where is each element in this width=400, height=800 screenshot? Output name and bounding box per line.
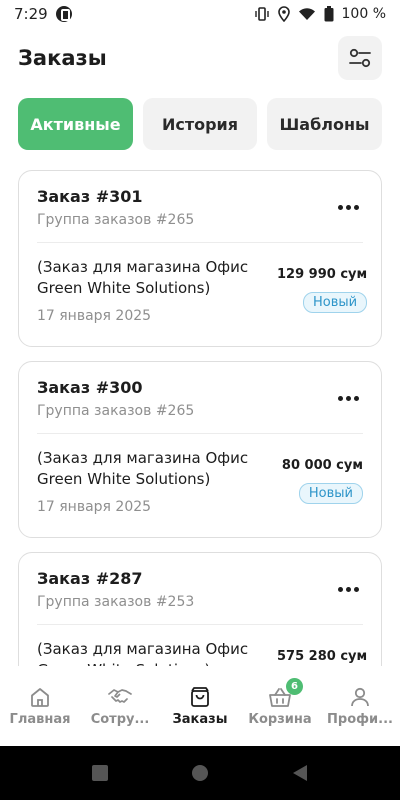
order-card[interactable]: Заказ #300 Группа заказов #265 (Заказ дл… <box>18 361 382 538</box>
nav-orders[interactable]: Заказы <box>160 666 240 746</box>
battery-icon <box>324 6 334 22</box>
home-circle-icon[interactable] <box>191 764 209 782</box>
divider <box>37 624 363 625</box>
recents-icon[interactable] <box>91 764 109 782</box>
more-options-button[interactable] <box>338 205 359 210</box>
battery-level: 100 % <box>341 6 386 22</box>
vibrate-icon <box>254 7 269 21</box>
nav-label: Заказы <box>172 711 228 727</box>
nav-cart[interactable]: 6 Корзина <box>240 666 320 746</box>
order-title: Заказ #300 <box>37 378 143 397</box>
nav-label: Профи... <box>327 711 393 727</box>
status-time: 7:29 <box>14 5 48 23</box>
divider <box>37 242 363 243</box>
order-price: 129 990 сум <box>277 267 368 282</box>
nav-label: Главная <box>9 711 71 727</box>
filter-button[interactable] <box>338 36 382 80</box>
system-nav-bar <box>0 746 400 800</box>
status-bar: 7:29 100 % <box>0 0 400 28</box>
order-group: Группа заказов #265 <box>37 212 195 228</box>
status-badge: Новый <box>303 292 368 313</box>
nav-employees[interactable]: Сотру... <box>80 666 160 746</box>
tab-templates[interactable]: Шаблоны <box>267 98 382 150</box>
order-tabs: Активные История Шаблоны <box>18 98 382 150</box>
nav-label: Корзина <box>248 711 312 727</box>
order-card[interactable]: Заказ #287 Группа заказов #253 (Заказ дл… <box>18 552 382 666</box>
page-title: Заказы <box>18 46 107 70</box>
nav-profile[interactable]: Профи... <box>320 666 400 746</box>
handshake-icon <box>108 688 132 703</box>
divider <box>37 433 363 434</box>
shopping-bag-icon <box>191 686 209 707</box>
more-options-button[interactable] <box>338 396 359 401</box>
order-title: Заказ #287 <box>37 569 143 588</box>
order-date: 17 января 2025 <box>37 499 152 515</box>
order-card[interactable]: Заказ #301 Группа заказов #265 (Заказ дл… <box>18 170 382 347</box>
tab-active[interactable]: Активные <box>18 98 133 150</box>
order-price: 80 000 сум <box>281 458 363 473</box>
order-shop: (Заказ для магазина Офис Green White Sol… <box>37 640 249 666</box>
filter-icon <box>349 48 371 68</box>
order-price: 575 280 сум <box>277 649 368 664</box>
user-icon <box>351 687 369 706</box>
status-badge: Новый <box>298 483 363 504</box>
nav-home[interactable]: Главная <box>0 666 80 746</box>
orders-list: Заказ #301 Группа заказов #265 (Заказ дл… <box>18 170 382 666</box>
cart-count-badge: 6 <box>286 678 303 695</box>
order-shop: (Заказ для магазина Офис Green White Sol… <box>37 258 249 297</box>
bottom-nav: Главная Сотру... Заказы 6 Корзина Профи.… <box>0 666 400 746</box>
more-options-button[interactable] <box>338 587 359 592</box>
order-shop: (Заказ для магазина Офис Green White Sol… <box>37 449 249 488</box>
back-icon[interactable] <box>291 764 309 782</box>
home-icon <box>31 687 49 707</box>
order-group: Группа заказов #253 <box>37 594 195 610</box>
page-header: Заказы <box>18 36 382 80</box>
order-title: Заказ #301 <box>37 187 143 206</box>
wifi-icon <box>298 8 315 20</box>
app-notification-icon <box>55 6 72 22</box>
order-group: Группа заказов #265 <box>37 403 195 419</box>
order-date: 17 января 2025 <box>37 308 152 324</box>
location-icon <box>277 6 290 22</box>
nav-label: Сотру... <box>90 711 150 727</box>
tab-history[interactable]: История <box>143 98 257 150</box>
